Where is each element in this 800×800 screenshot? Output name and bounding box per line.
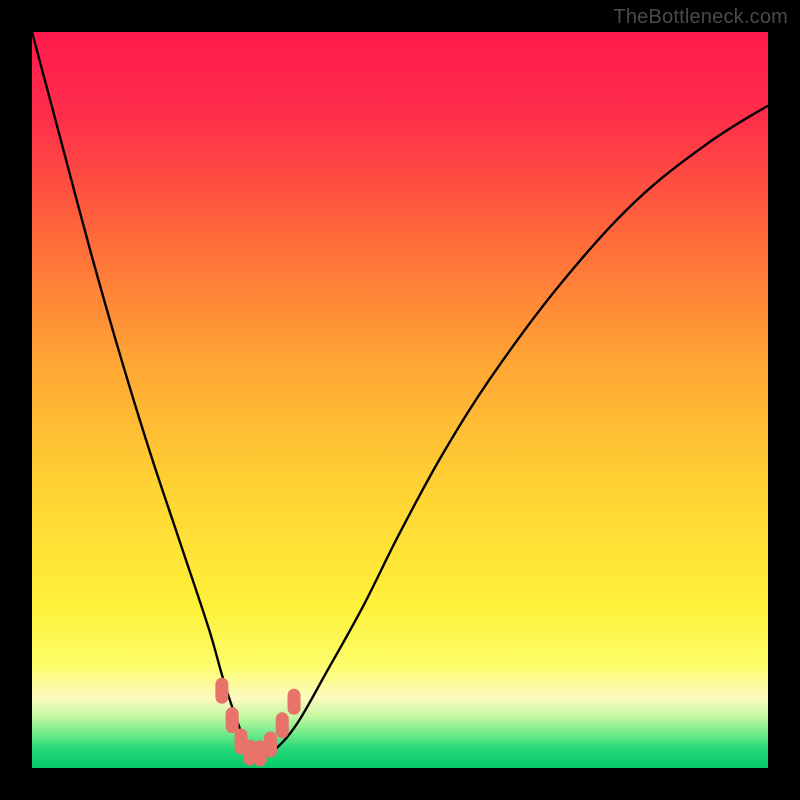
chart-frame: TheBottleneck.com bbox=[0, 0, 800, 800]
curve-marker bbox=[288, 689, 301, 715]
curve-marker bbox=[226, 707, 239, 733]
curve-marker bbox=[215, 678, 228, 704]
curve-markers bbox=[215, 678, 300, 767]
curve-marker bbox=[264, 731, 277, 757]
curve-marker bbox=[276, 712, 289, 738]
plot-area bbox=[32, 32, 768, 768]
bottleneck-curve bbox=[32, 32, 768, 757]
curve-layer bbox=[32, 32, 768, 768]
watermark-label: TheBottleneck.com bbox=[613, 6, 788, 29]
